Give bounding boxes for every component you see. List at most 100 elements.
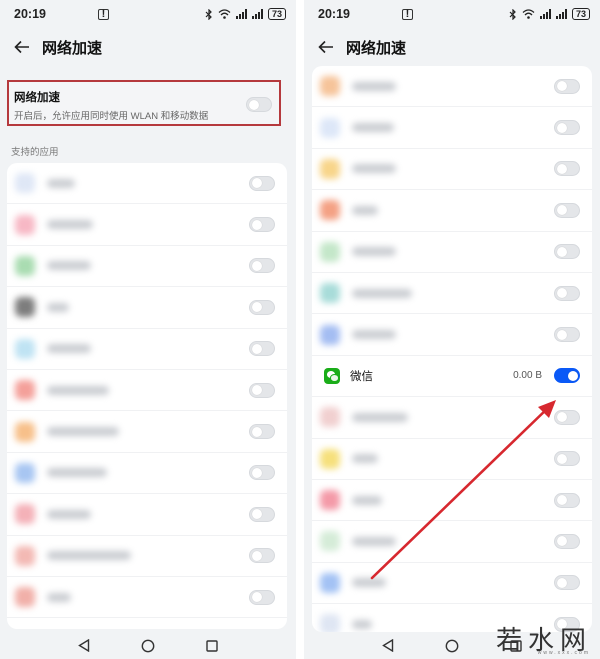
app-name-blurred	[47, 385, 109, 395]
app-acceleration-toggle[interactable]	[249, 589, 275, 605]
app-acceleration-toggle[interactable]	[554, 202, 580, 218]
app-acceleration-toggle[interactable]	[554, 409, 580, 425]
app-acceleration-toggle[interactable]	[249, 424, 275, 440]
list-item[interactable]	[312, 107, 592, 149]
app-acceleration-toggle[interactable]	[554, 120, 580, 136]
app-name-blurred	[352, 578, 386, 588]
signal-icon	[251, 9, 263, 19]
app-icon	[15, 462, 35, 483]
list-item[interactable]	[312, 521, 592, 563]
list-item[interactable]	[7, 329, 287, 370]
list-item[interactable]	[7, 494, 287, 536]
nav-home-button[interactable]	[141, 639, 155, 653]
triangle-back-icon	[78, 639, 90, 652]
app-name-blurred	[47, 551, 131, 561]
list-item[interactable]	[312, 149, 592, 191]
title-bar: 网络加速	[0, 30, 296, 64]
list-item[interactable]	[312, 273, 592, 315]
app-acceleration-toggle[interactable]	[249, 506, 275, 522]
app-name-blurred	[352, 495, 382, 505]
app-name-blurred	[352, 123, 394, 133]
wechat-acceleration-toggle[interactable]	[554, 368, 580, 384]
app-acceleration-toggle[interactable]	[554, 327, 580, 343]
list-item[interactable]	[7, 370, 287, 412]
notification-icon: !	[98, 8, 109, 20]
battery-icon: 73	[267, 8, 286, 20]
app-acceleration-toggle[interactable]	[554, 78, 580, 94]
status-icons: 73	[509, 8, 590, 20]
app-acceleration-toggle[interactable]	[249, 217, 275, 233]
app-name-blurred	[47, 509, 91, 519]
app-name-blurred	[352, 288, 412, 298]
network-acceleration-title: 网络加速	[14, 92, 60, 104]
nav-back-button[interactable]	[381, 639, 395, 653]
circle-home-icon	[141, 639, 155, 652]
status-bar: 20:19 ! 73	[0, 0, 296, 28]
app-acceleration-toggle[interactable]	[554, 533, 580, 549]
app-name-blurred	[352, 536, 396, 546]
app-acceleration-toggle[interactable]	[554, 575, 580, 591]
app-acceleration-toggle[interactable]	[554, 285, 580, 301]
app-acceleration-toggle[interactable]	[554, 451, 580, 467]
app-icon	[320, 531, 340, 552]
list-item[interactable]	[7, 163, 287, 205]
app-acceleration-toggle[interactable]	[554, 161, 580, 177]
data-usage: 0.00 B	[513, 370, 542, 382]
app-icon	[15, 545, 35, 566]
list-item[interactable]	[312, 190, 592, 232]
signal-icon	[555, 9, 567, 19]
nav-recents-button[interactable]	[205, 639, 219, 653]
title-bar: 网络加速	[304, 30, 600, 64]
back-button[interactable]	[316, 37, 336, 57]
app-name-blurred	[352, 81, 396, 91]
app-acceleration-toggle[interactable]	[249, 548, 275, 564]
triangle-back-icon	[382, 639, 394, 652]
status-time: 20:19	[318, 7, 350, 21]
network-acceleration-toggle[interactable]	[246, 97, 272, 112]
network-acceleration-card: 网络加速 开启后，允许应用同时使用 WLAN 和移动数据	[7, 80, 281, 126]
navigation-bar	[0, 632, 296, 659]
app-acceleration-toggle[interactable]	[249, 341, 275, 357]
list-item-wechat[interactable]: 微信 0.00 B	[312, 356, 592, 398]
arrow-left-icon	[318, 40, 333, 54]
nav-back-button[interactable]	[77, 639, 91, 653]
app-acceleration-toggle[interactable]	[249, 299, 275, 315]
page-title: 网络加速	[42, 39, 103, 57]
app-acceleration-toggle[interactable]	[249, 258, 275, 274]
app-acceleration-toggle[interactable]	[554, 244, 580, 260]
app-name-blurred	[352, 619, 372, 629]
supported-apps-list: 微信 0.00 B	[312, 66, 592, 632]
list-item[interactable]	[312, 563, 592, 605]
list-item[interactable]	[7, 453, 287, 495]
app-name-blurred	[47, 261, 91, 271]
nav-home-button[interactable]	[445, 639, 459, 653]
list-item[interactable]	[7, 204, 287, 246]
app-icon	[15, 255, 35, 276]
app-acceleration-toggle[interactable]	[554, 492, 580, 508]
app-icon	[320, 324, 340, 345]
list-item[interactable]	[7, 246, 287, 288]
app-acceleration-toggle[interactable]	[249, 465, 275, 481]
arrow-left-icon	[14, 40, 29, 54]
back-button[interactable]	[12, 37, 32, 57]
wifi-icon	[522, 9, 535, 19]
app-name-blurred	[352, 164, 396, 174]
list-item[interactable]	[312, 232, 592, 273]
list-item[interactable]	[7, 536, 287, 577]
list-item[interactable]	[312, 314, 592, 356]
app-acceleration-toggle[interactable]	[249, 175, 275, 191]
list-item[interactable]	[7, 411, 287, 453]
list-item[interactable]	[312, 397, 592, 439]
app-icon	[320, 117, 340, 138]
list-item[interactable]	[312, 439, 592, 480]
list-item[interactable]	[312, 480, 592, 522]
list-item[interactable]	[7, 287, 287, 329]
list-item[interactable]	[312, 66, 592, 108]
app-icon	[15, 380, 35, 401]
status-icons: 73	[205, 8, 286, 20]
app-icon	[15, 338, 35, 359]
app-name: 微信	[350, 370, 373, 383]
wechat-icon	[324, 367, 340, 384]
app-acceleration-toggle[interactable]	[249, 382, 275, 398]
list-item[interactable]	[7, 577, 287, 619]
